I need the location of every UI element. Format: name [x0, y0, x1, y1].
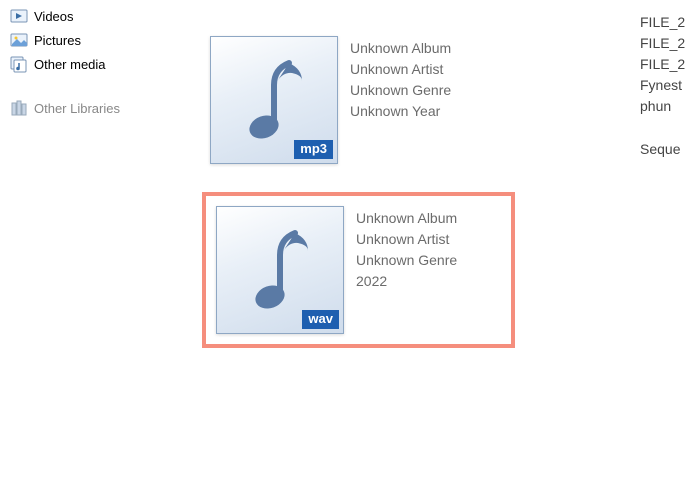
meta-genre: Unknown Genre: [356, 250, 457, 271]
meta-artist: Unknown Artist: [356, 229, 457, 250]
pictures-icon: [10, 31, 28, 49]
list-item[interactable]: FILE_2: [640, 33, 700, 54]
file-item-highlighted[interactable]: wav Unknown Album Unknown Artist Unknown…: [202, 192, 515, 348]
sidebar-item-label: Other media: [34, 57, 106, 72]
format-badge: wav: [302, 310, 339, 329]
sidebar-item-label: Videos: [34, 9, 74, 24]
sidebar-section-other-libraries[interactable]: Other Libraries: [6, 96, 192, 120]
list-item[interactable]: FILE_2: [640, 54, 700, 75]
sidebar-item-pictures[interactable]: Pictures: [6, 28, 192, 52]
meta-album: Unknown Album: [350, 38, 451, 59]
list-item[interactable]: Seque: [640, 139, 700, 160]
file-pane: mp3 Unknown Album Unknown Artist Unknown…: [192, 0, 628, 500]
list-item[interactable]: FILE_2: [640, 12, 700, 33]
list-item[interactable]: Fynest: [640, 75, 700, 96]
sidebar-item-videos[interactable]: Videos: [6, 4, 192, 28]
other-media-icon: [10, 55, 28, 73]
file-metadata: Unknown Album Unknown Artist Unknown Gen…: [356, 206, 457, 292]
sidebar-item-other-media[interactable]: Other media: [6, 52, 192, 76]
libraries-icon: [10, 99, 28, 117]
audio-thumbnail: mp3: [210, 36, 338, 164]
format-badge: mp3: [294, 140, 333, 159]
audio-thumbnail: wav: [216, 206, 344, 334]
meta-album: Unknown Album: [356, 208, 457, 229]
file-item[interactable]: mp3 Unknown Album Unknown Artist Unknown…: [202, 28, 628, 172]
meta-year: Unknown Year: [350, 101, 451, 122]
meta-year: 2022: [356, 271, 457, 292]
sidebar-item-label: Pictures: [34, 33, 81, 48]
sidebar-section-label: Other Libraries: [34, 101, 120, 116]
meta-artist: Unknown Artist: [350, 59, 451, 80]
music-note-icon: [234, 55, 314, 145]
meta-genre: Unknown Genre: [350, 80, 451, 101]
music-note-icon: [240, 225, 320, 315]
right-file-list: FILE_2 FILE_2 FILE_2 Fynest phun Seque: [628, 0, 700, 500]
sidebar: Videos Pictures Other media Other Librar…: [0, 0, 192, 500]
videos-icon: [10, 7, 28, 25]
file-metadata: Unknown Album Unknown Artist Unknown Gen…: [350, 36, 451, 122]
list-item[interactable]: phun: [640, 96, 700, 117]
